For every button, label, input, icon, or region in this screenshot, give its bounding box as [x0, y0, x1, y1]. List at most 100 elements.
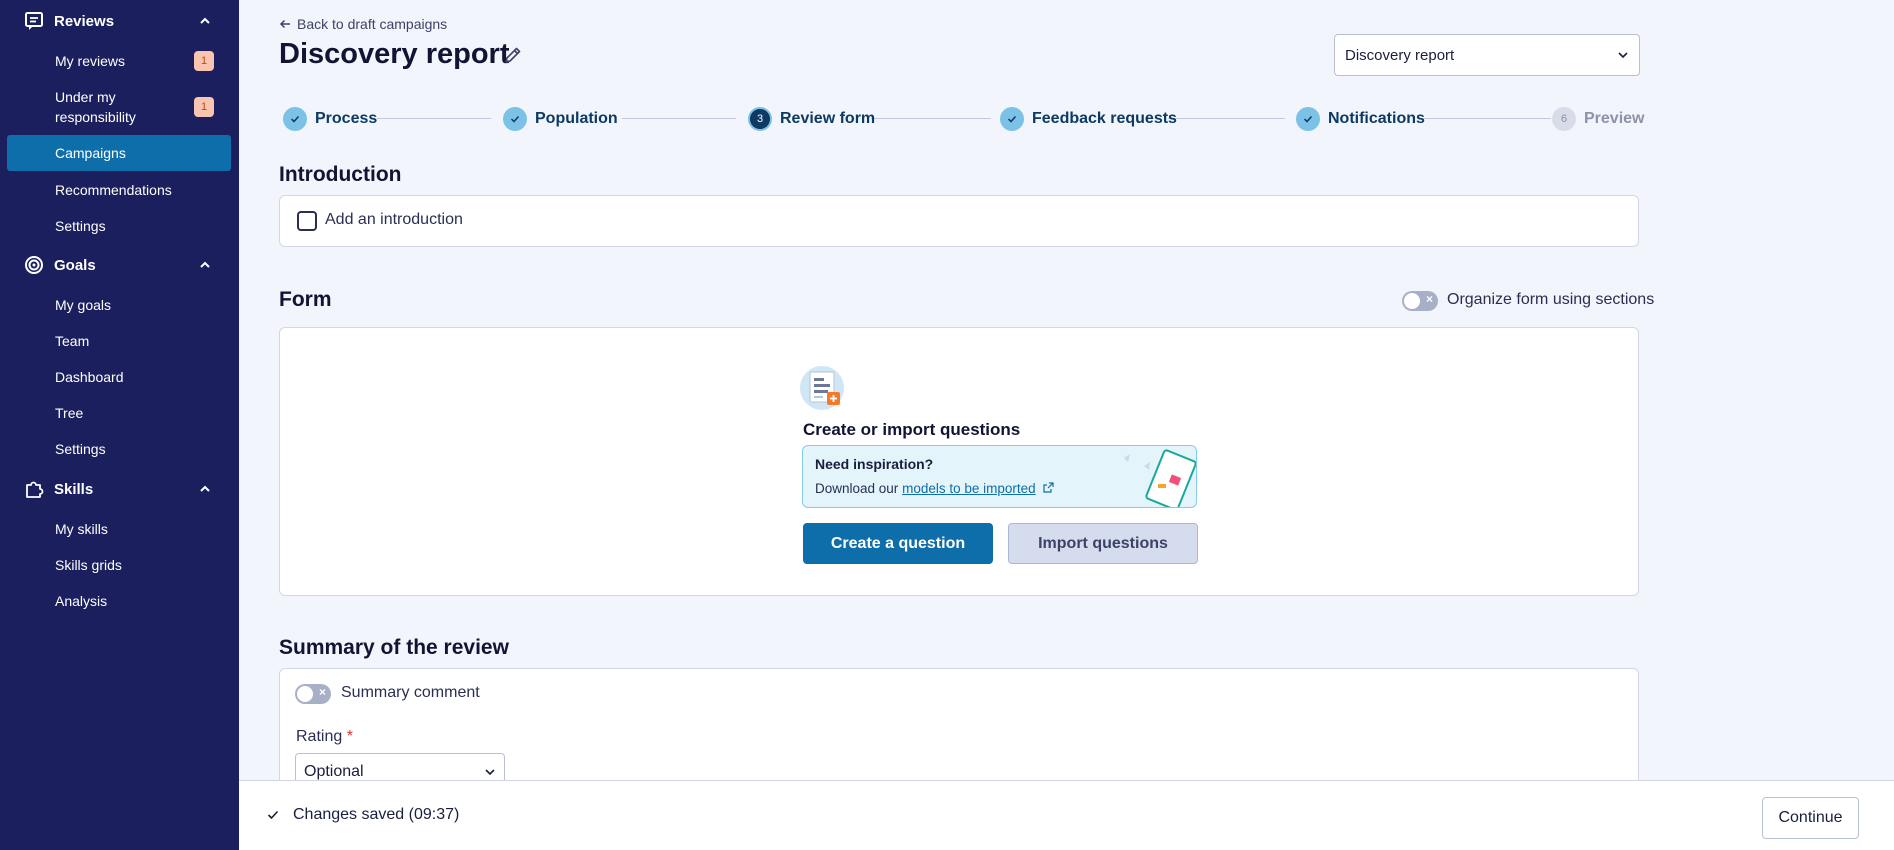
- step-label: Notifications: [1328, 110, 1425, 127]
- sidebar-item-label: Campaigns: [55, 145, 126, 161]
- continue-button[interactable]: Continue: [1762, 797, 1859, 839]
- chevron-up-icon[interactable]: [199, 259, 211, 271]
- organize-sections-toggle[interactable]: ×: [1402, 291, 1438, 311]
- close-icon: ×: [318, 685, 326, 699]
- introduction-heading: Introduction: [279, 163, 402, 186]
- step-label: Process: [315, 110, 378, 127]
- form-heading: Form: [279, 288, 332, 311]
- sidebar-section-label: Skills: [54, 480, 94, 498]
- models-link[interactable]: models to be imported: [902, 481, 1036, 496]
- count-badge: 1: [194, 97, 214, 117]
- check-icon: [1000, 107, 1024, 131]
- summary-card: × Summary comment Rating * Optional: [279, 668, 1639, 798]
- sidebar-item-label: Analysis: [55, 593, 108, 609]
- sidebar: Reviews My reviews 1 Under my responsibi…: [0, 0, 239, 850]
- sidebar-item-dashboard[interactable]: Dashboard: [7, 366, 231, 388]
- sidebar-item-campaigns[interactable]: Campaigns: [7, 135, 231, 171]
- sidebar-item-label: My goals: [55, 297, 112, 313]
- inspiration-title: Need inspiration?: [815, 456, 934, 472]
- sidebar-item-under-my-responsibility[interactable]: Under my responsibility 1: [7, 86, 231, 128]
- check-icon: [283, 107, 307, 131]
- campaign-select[interactable]: Discovery report: [1334, 34, 1640, 76]
- puzzle-icon: [26, 481, 44, 498]
- stepper-connector: [377, 118, 491, 119]
- step-label: Review form: [780, 110, 876, 127]
- sidebar-item-label: Tree: [55, 405, 84, 421]
- sidebar-item-skills-grids[interactable]: Skills grids: [7, 554, 231, 576]
- chevron-down-icon: [485, 769, 495, 776]
- sidebar-item-team[interactable]: Team: [7, 330, 231, 352]
- sidebar-item-review-settings[interactable]: Settings: [7, 215, 231, 237]
- sidebar-item-my-skills[interactable]: My skills: [7, 518, 231, 540]
- sidebar-item-label: Settings: [55, 441, 106, 457]
- step-number: 3: [748, 107, 772, 131]
- step-feedback-requests[interactable]: Feedback requests: [1000, 107, 1177, 131]
- inspiration-text-prefix: Download our: [815, 481, 899, 496]
- rating-select-value: Optional: [304, 763, 364, 780]
- import-questions-button[interactable]: Import questions: [1008, 523, 1198, 564]
- save-status-text: Changes saved (09:37): [293, 806, 460, 823]
- sidebar-item-my-reviews[interactable]: My reviews 1: [7, 50, 231, 72]
- rating-label-text: Rating: [296, 728, 343, 745]
- target-icon: [25, 256, 43, 274]
- check-icon: [503, 107, 527, 131]
- back-link[interactable]: Back to draft campaigns: [279, 16, 447, 32]
- page-title: Discovery report: [279, 38, 510, 70]
- check-icon: [267, 810, 279, 820]
- document-add-icon: [800, 366, 844, 410]
- sidebar-item-tree[interactable]: Tree: [7, 402, 231, 424]
- chevron-up-icon[interactable]: [199, 483, 211, 495]
- sidebar-item-label: Recommendations: [55, 182, 172, 198]
- inspiration-illustration-icon: [1124, 449, 1196, 507]
- sidebar-item-label: Skills grids: [55, 557, 122, 573]
- add-introduction-checkbox[interactable]: [297, 211, 317, 231]
- stepper-connector: [1168, 118, 1285, 119]
- sidebar-section-label: Reviews: [54, 12, 115, 30]
- empty-state-title: Create or import questions: [803, 420, 1021, 439]
- sidebar-item-label: My reviews: [55, 53, 126, 69]
- footer-bar: Changes saved (09:37) Continue: [239, 780, 1894, 850]
- inspiration-text: Download our models to be imported: [815, 481, 1055, 496]
- chevron-up-icon[interactable]: [199, 15, 211, 27]
- summary-heading: Summary of the review: [279, 636, 509, 659]
- external-link-icon[interactable]: [1043, 482, 1055, 493]
- check-icon: [1296, 107, 1320, 131]
- message-square-icon: [25, 12, 43, 30]
- stepper-connector: [1423, 118, 1551, 119]
- summary-comment-label: Summary comment: [341, 684, 480, 701]
- step-review-form[interactable]: 3 Review form: [748, 107, 875, 131]
- sidebar-item-analysis[interactable]: Analysis: [7, 590, 231, 612]
- sidebar-item-recommendations[interactable]: Recommendations: [7, 179, 231, 201]
- summary-comment-toggle[interactable]: ×: [295, 684, 331, 704]
- sidebar-section-goals[interactable]: Goals: [0, 245, 239, 285]
- sidebar-item-label: Settings: [55, 218, 106, 234]
- create-question-button[interactable]: Create a question: [803, 523, 993, 564]
- step-label: Population: [535, 110, 618, 127]
- step-label: Feedback requests: [1032, 110, 1177, 127]
- stepper-connector: [622, 118, 736, 119]
- import-questions-label: Import questions: [1038, 534, 1168, 552]
- sidebar-item-label: Team: [55, 333, 90, 349]
- continue-label: Continue: [1778, 809, 1843, 826]
- sidebar-section-skills[interactable]: Skills: [0, 469, 239, 509]
- sidebar-item-label: Dashboard: [55, 369, 124, 385]
- close-icon: ×: [1425, 292, 1433, 306]
- save-status: Changes saved (09:37): [267, 806, 459, 824]
- back-link-label: Back to draft campaigns: [297, 16, 448, 32]
- organize-sections-label: Organize form using sections: [1447, 291, 1655, 308]
- add-introduction-label: Add an introduction: [325, 211, 463, 228]
- step-process[interactable]: Process: [283, 107, 377, 131]
- sidebar-item-label: My skills: [55, 521, 108, 537]
- rating-label: Rating *: [296, 728, 353, 746]
- sidebar-item-goal-settings[interactable]: Settings: [7, 438, 231, 460]
- required-marker: *: [346, 728, 353, 745]
- step-population[interactable]: Population: [503, 107, 618, 131]
- pencil-icon[interactable]: [503, 45, 523, 65]
- sidebar-section-reviews[interactable]: Reviews: [0, 1, 239, 41]
- sidebar-item-my-goals[interactable]: My goals: [7, 294, 231, 316]
- step-notifications[interactable]: Notifications: [1296, 107, 1425, 131]
- step-preview[interactable]: 6 Preview: [1552, 107, 1644, 131]
- campaign-select-value: Discovery report: [1345, 46, 1455, 64]
- form-card: Create or import questions Need inspirat…: [279, 327, 1639, 596]
- step-label: Preview: [1584, 110, 1645, 127]
